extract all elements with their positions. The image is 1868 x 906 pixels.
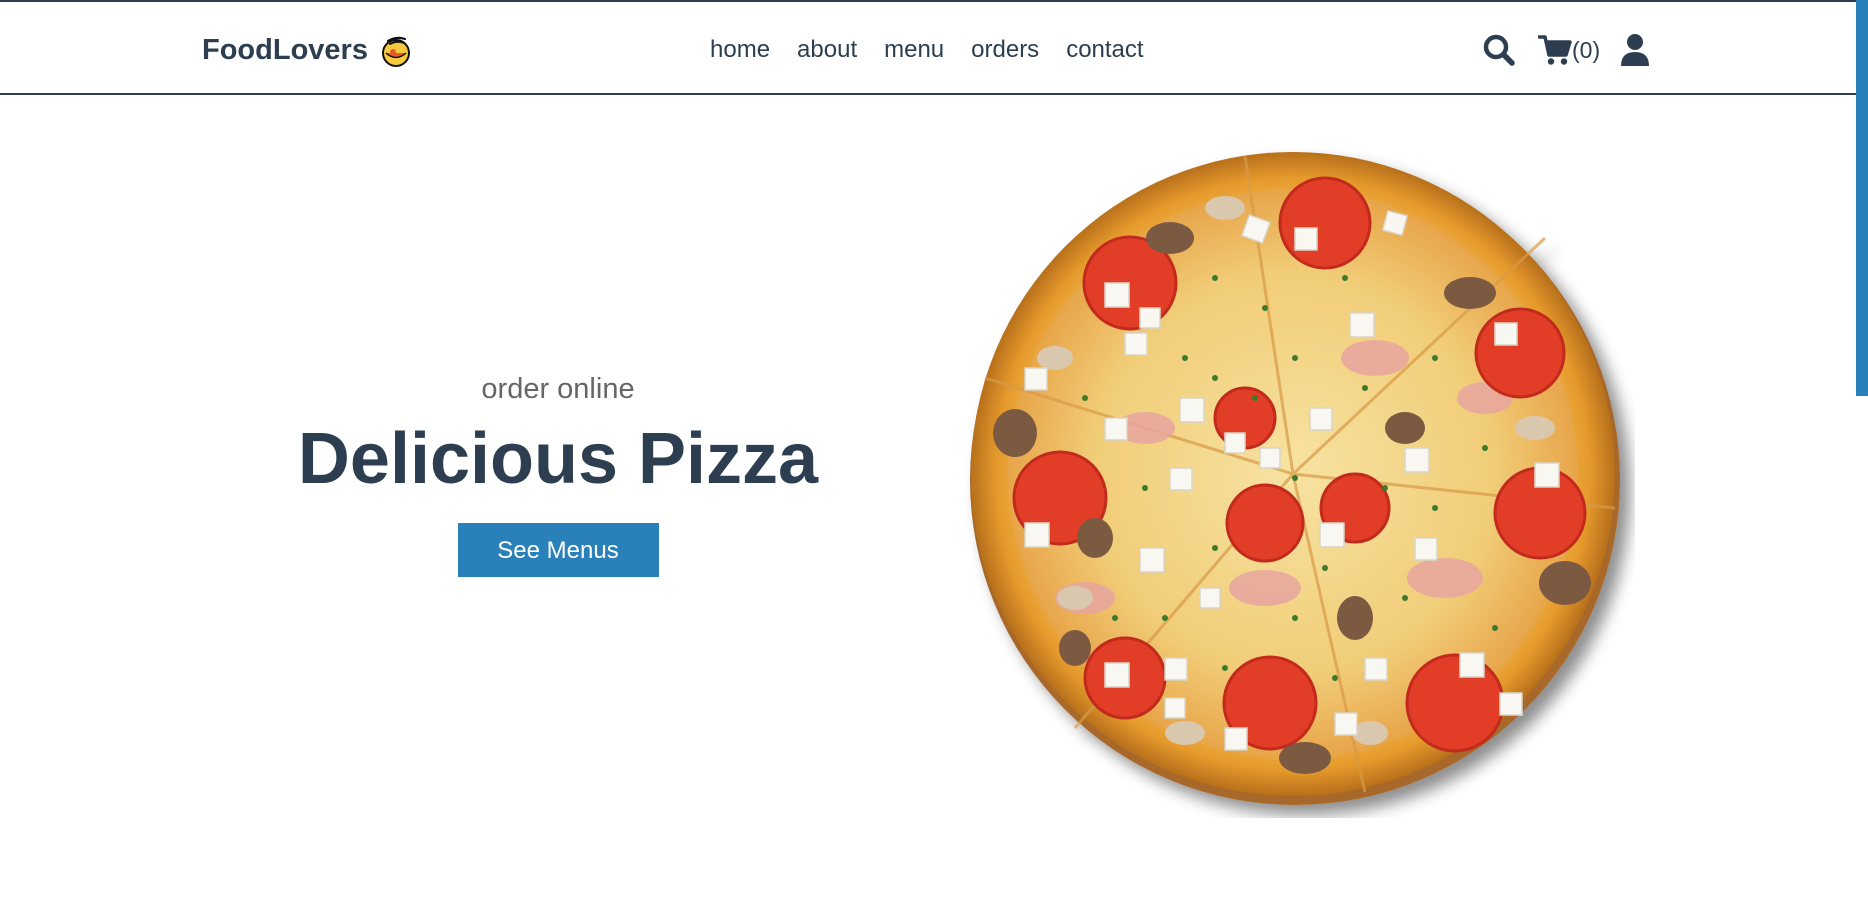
nav-menu[interactable]: menu: [884, 33, 944, 67]
hero-subtitle: order online: [481, 373, 635, 405]
noodle-bowl-icon: [381, 36, 410, 67]
nav-orders[interactable]: orders: [971, 33, 1039, 67]
user-icon[interactable]: [1620, 33, 1650, 67]
cart-button[interactable]: (0): [1538, 33, 1600, 67]
header-icons: (0): [1482, 30, 1650, 70]
search-icon[interactable]: [1482, 33, 1516, 67]
nav-contact[interactable]: contact: [1066, 33, 1143, 67]
page: FoodLovers home about menu orders contac…: [0, 0, 1868, 906]
main-nav: home about menu orders contact: [710, 33, 1144, 67]
scrollbar-thumb[interactable]: [1856, 0, 1868, 396]
cart-count: (0): [1572, 37, 1601, 63]
nav-home[interactable]: home: [710, 33, 770, 67]
pizza-illustration: [970, 152, 1620, 805]
hero-title: Delicious Pizza: [297, 419, 819, 499]
pizza-image: [965, 148, 1635, 818]
nav-about[interactable]: about: [797, 33, 857, 67]
site-header: FoodLovers home about menu orders contac…: [0, 0, 1856, 95]
logo-text: FoodLovers: [202, 33, 368, 66]
see-menus-button[interactable]: See Menus: [457, 523, 659, 577]
logo-link[interactable]: FoodLovers: [202, 32, 414, 68]
cart-icon: [1538, 35, 1572, 65]
hero-content: order online Delicious Pizza See Menus: [258, 365, 858, 577]
